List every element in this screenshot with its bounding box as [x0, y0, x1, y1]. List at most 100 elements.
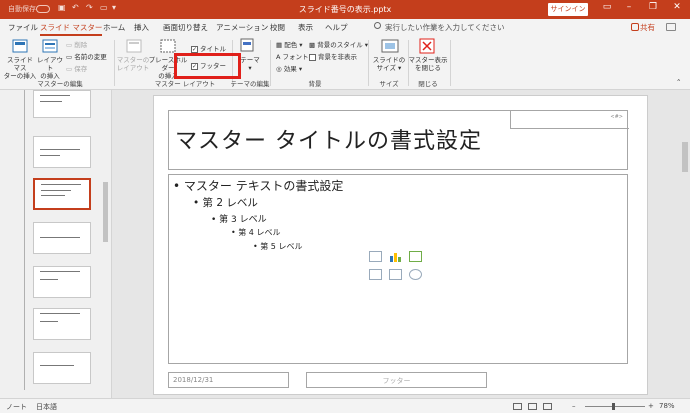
slide: <#> マスター タイトルの書式設定 • マスター テキストの書式設定 • 第 …	[153, 95, 648, 395]
signin-button[interactable]: サインイン	[548, 3, 588, 16]
insert-slide-master-button[interactable]: スライド マス ターの挿入	[3, 56, 37, 80]
master-layout-label-2: レイアウト	[116, 64, 150, 72]
tab-insert[interactable]: 挿入	[134, 22, 149, 33]
preserve-label: 保存	[74, 65, 88, 73]
slide-number-text: <#>	[610, 114, 623, 120]
group-separator	[450, 40, 451, 86]
thumbnail-line	[40, 149, 80, 150]
ribbon-display-icon[interactable]: ▭	[600, 2, 614, 12]
normal-view-icon[interactable]	[513, 403, 522, 410]
insert-chart-icon[interactable]	[389, 251, 403, 263]
thumbnail-scroll-thumb[interactable]	[103, 182, 108, 242]
colors-label: 配色	[284, 41, 298, 49]
thumbnail-tree-line	[24, 90, 25, 390]
fonts-label: フォント	[282, 53, 309, 61]
thumbnail-layout-4[interactable]	[33, 266, 91, 298]
comment-icon[interactable]	[666, 23, 676, 31]
text-level-4-label: 第 4 レベル	[238, 228, 281, 237]
thumbnail-line	[40, 271, 80, 272]
title-checkbox[interactable]: ✓ タイトル	[191, 43, 226, 53]
background-styles-label: 背景のスタイル	[317, 41, 363, 49]
thumbnail-scrollbar[interactable]	[103, 92, 109, 392]
thumbnail-layout-2-selected[interactable]	[33, 178, 91, 210]
insert-smartart-icon[interactable]	[409, 251, 422, 262]
thumbnail-layout-3[interactable]	[33, 222, 91, 254]
zoom-level[interactable]: 78%	[659, 402, 675, 410]
group-separator	[114, 40, 115, 86]
zoom-out-icon[interactable]: –	[572, 402, 576, 410]
thumbnail-layout-6[interactable]	[33, 352, 91, 384]
tab-transitions[interactable]: 画面切り替え	[163, 22, 208, 33]
text-level-5: • 第 5 レベル	[253, 242, 303, 251]
thumbnail-line	[40, 279, 58, 280]
group-label-background: 背景	[308, 80, 322, 88]
minimize-icon[interactable]: –	[622, 2, 636, 12]
tab-animations[interactable]: アニメーション	[216, 22, 268, 33]
preserve-button[interactable]: ▭ 保存	[66, 63, 87, 73]
text-level-2-label: 第 2 レベル	[202, 197, 258, 209]
thumbnail-master[interactable]	[33, 90, 91, 118]
rename-button[interactable]: ▭ 名前の変更	[66, 51, 107, 61]
zoom-slider[interactable]	[585, 406, 645, 407]
tell-me-input[interactable]: 実行したい作業を入力してください	[385, 22, 505, 33]
share-icon[interactable]	[631, 23, 639, 31]
thumbnail-line	[40, 321, 58, 322]
tab-slide-master[interactable]: スライド マスター	[40, 22, 103, 36]
slide-sorter-icon[interactable]	[528, 403, 537, 410]
insert-layout-icon	[42, 39, 58, 53]
rename-label: 名前の変更	[74, 53, 107, 61]
slide-size-icon	[381, 39, 399, 53]
master-layout-icon	[126, 39, 142, 53]
slide-size-button[interactable]: スライドの サイズ ▾	[372, 56, 406, 72]
share-button[interactable]: 共有	[640, 22, 655, 33]
zoom-in-icon[interactable]: +	[648, 402, 654, 410]
effects-label: 効果	[283, 65, 297, 73]
date-placeholder[interactable]: 2018/12/31	[168, 372, 289, 388]
search-icon[interactable]	[374, 22, 381, 29]
zoom-slider-thumb[interactable]	[612, 403, 615, 410]
close-icon[interactable]: ✕	[670, 2, 684, 12]
tab-help[interactable]: ヘルプ	[325, 22, 348, 33]
thumbnail-line	[41, 190, 71, 191]
language-status[interactable]: 日本語	[36, 402, 57, 412]
reading-view-icon[interactable]	[543, 403, 552, 410]
tab-view[interactable]: 表示	[298, 22, 313, 33]
insert-placeholder-icon	[160, 39, 176, 53]
thumbnail-line	[40, 155, 60, 156]
insert-table-icon[interactable]	[369, 251, 382, 262]
master-layout-button[interactable]: マスターの レイアウト	[116, 56, 150, 72]
text-level-5-label: 第 5 レベル	[260, 242, 303, 251]
title-placeholder[interactable]: <#> マスター タイトルの書式設定	[168, 110, 629, 170]
insert-layout-button[interactable]: レイアウト の挿入	[36, 56, 64, 80]
insert-online-picture-icon[interactable]	[389, 269, 402, 280]
colors-button[interactable]: ▦ 配色 ▾	[276, 39, 303, 49]
canvas-scrollbar[interactable]	[681, 92, 689, 397]
insert-video-icon[interactable]	[409, 269, 422, 280]
insert-picture-icon[interactable]	[369, 269, 382, 280]
thumbnail-line	[40, 313, 80, 314]
close-master-view-icon	[419, 38, 435, 54]
text-level-3-label: 第 3 レベル	[219, 215, 267, 225]
restore-icon[interactable]: ❐	[646, 2, 660, 12]
group-separator	[368, 40, 369, 86]
footer-placeholder[interactable]: フッター	[306, 372, 487, 388]
theme-button[interactable]: テーマ ▾	[238, 56, 262, 72]
text-level-4: • 第 4 レベル	[231, 228, 281, 237]
tab-home[interactable]: ホーム	[103, 22, 125, 33]
thumbnail-layout-5[interactable]	[33, 308, 91, 340]
background-styles-button[interactable]: ▩ 背景のスタイル ▾	[309, 39, 368, 49]
insert-layout-label-1: レイアウト	[37, 56, 63, 72]
slide-number-placeholder[interactable]: <#>	[510, 111, 629, 129]
canvas-scroll-thumb[interactable]	[682, 142, 688, 172]
close-master-view-button[interactable]: マスター表示 を閉じる	[408, 56, 448, 72]
thumbnail-layout-1[interactable]	[33, 136, 91, 168]
effects-button[interactable]: ◎ 効果 ▾	[276, 63, 302, 73]
title-check-icon: ✓	[191, 45, 198, 53]
delete-button[interactable]: ▭ 削除	[66, 39, 87, 49]
collapse-ribbon-icon[interactable]: ⌃	[676, 78, 681, 86]
delete-label: 削除	[74, 41, 88, 49]
tab-file[interactable]: ファイル	[8, 22, 38, 33]
footer-checkbox-highlight	[174, 53, 241, 79]
tab-review[interactable]: 校閲	[270, 22, 285, 33]
hide-background-checkbox[interactable]: 背景を非表示	[309, 51, 357, 61]
